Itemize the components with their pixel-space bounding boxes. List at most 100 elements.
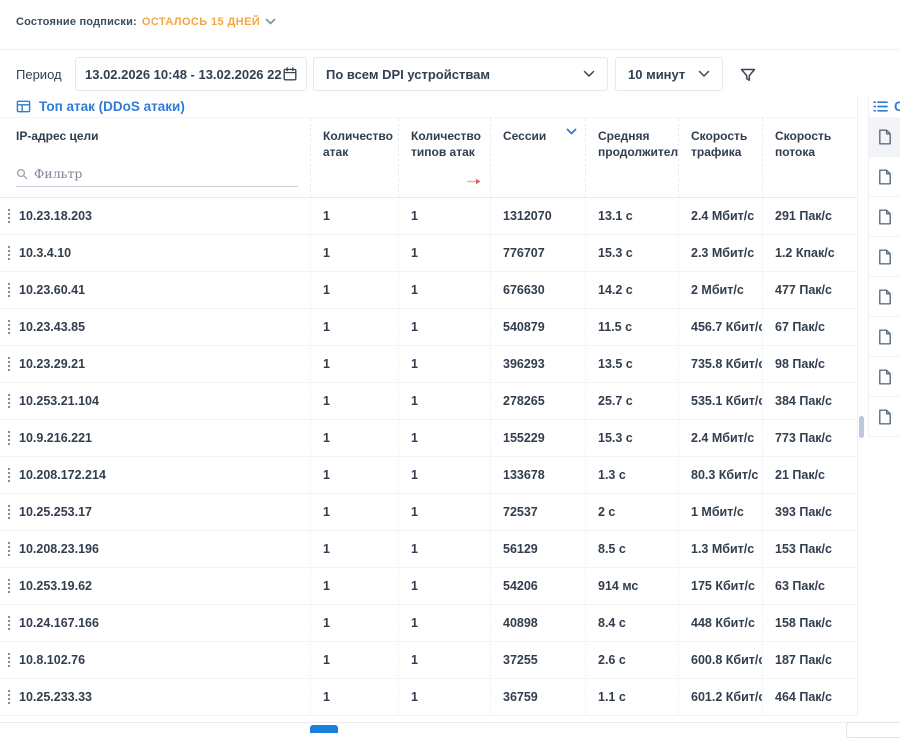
file-icon [878, 329, 892, 345]
table-row[interactable]: 10.23.18.20311131207013.1 с2.4 Мбит/с291… [0, 198, 857, 235]
side-panel-item[interactable] [869, 277, 900, 317]
table-cell: 1.2 Кпак/с [762, 235, 858, 271]
table-cell: 187 Пак/с [762, 642, 858, 678]
column-header-traffic-speed[interactable]: Скорость трафика [678, 118, 762, 197]
row-menu-icon[interactable] [5, 281, 13, 299]
table-cell: 1 [398, 679, 490, 715]
ip-address: 10.208.23.196 [19, 542, 99, 556]
dpi-device-select[interactable]: По всем DPI устройствам [313, 57, 608, 91]
table-cell: 1 [398, 642, 490, 678]
file-icon [878, 409, 892, 425]
subscription-label: Состояние подписки: [16, 16, 137, 28]
vertical-scrollbar-thumb[interactable] [859, 416, 864, 438]
column-header-attack-types[interactable]: Количество типов атак [398, 118, 490, 197]
file-icon [878, 129, 892, 145]
ip-address: 10.253.21.104 [19, 394, 99, 408]
table-row[interactable]: 10.25.253.1711725372 с1 Мбит/с393 Пак/с [0, 494, 857, 531]
table-cell: 1 [310, 531, 398, 567]
ip-address: 10.24.167.166 [19, 616, 99, 630]
list-icon [873, 100, 888, 113]
calendar-icon[interactable] [283, 67, 297, 81]
table-cell: 1 [398, 383, 490, 419]
sort-desc-icon[interactable] [566, 128, 577, 136]
table-cell: 2 с [585, 494, 678, 530]
table-row[interactable]: 10.24.167.16611408988.4 с448 Кбит/с158 П… [0, 605, 857, 642]
table-row[interactable]: 10.23.29.211139629313.5 с735.8 Кбит/с98 … [0, 346, 857, 383]
filter-funnel-icon[interactable] [738, 65, 758, 85]
table-cell: 676630 [490, 272, 585, 308]
period-range-value: 13.02.2026 10:48 - 13.02.2026 22 [85, 67, 282, 82]
table-cell: 600.8 Кбит/с [678, 642, 762, 678]
row-menu-icon[interactable] [5, 614, 13, 632]
table-cell: 15.3 с [585, 420, 678, 456]
table-cell: 14.2 с [585, 272, 678, 308]
table-cell: 776707 [490, 235, 585, 271]
ip-cell: 10.8.102.76 [0, 642, 310, 678]
column-header-sessions[interactable]: Сессии [490, 118, 585, 197]
interval-select[interactable]: 10 минут [615, 57, 723, 91]
period-label: Период [16, 67, 62, 82]
table-cell: 67 Пак/с [762, 309, 858, 345]
table-row[interactable]: 10.8.102.7611372552.6 с600.8 Кбит/с187 П… [0, 642, 857, 679]
column-header-flow-speed[interactable]: Скорость потока [762, 118, 858, 197]
row-menu-icon[interactable] [5, 503, 13, 521]
horizontal-scrollbar-thumb[interactable] [310, 725, 338, 733]
table-row[interactable]: 10.3.4.101177670715.3 с2.3 Мбит/с1.2 Кпа… [0, 235, 857, 272]
table-row[interactable]: 10.9.216.2211115522915.3 с2.4 Мбит/с773 … [0, 420, 857, 457]
table-cell: 1 [398, 457, 490, 493]
table-row[interactable]: 10.253.21.1041127826525.7 с535.1 Кбит/с3… [0, 383, 857, 420]
table-cell: 1 [398, 309, 490, 345]
row-menu-icon[interactable] [5, 392, 13, 410]
table-cell: 393 Пак/с [762, 494, 858, 530]
ip-filter-input[interactable] [34, 166, 298, 181]
column-header-ip[interactable]: IP-адрес цели [0, 118, 310, 197]
row-menu-icon[interactable] [5, 355, 13, 373]
table-cell: 15.3 с [585, 235, 678, 271]
side-panel-item[interactable] [869, 317, 900, 357]
table-cell: 80.3 Кбит/с [678, 457, 762, 493]
column-header-attack-count[interactable]: Количество атак [310, 118, 398, 197]
row-menu-icon[interactable] [5, 540, 13, 558]
table-cell: 2.4 Мбит/с [678, 198, 762, 234]
column-header-avg-duration[interactable]: Средняя продолжительность [585, 118, 678, 197]
table-cell: 1 [310, 309, 398, 345]
subscription-bar: Состояние подписки: ОСТАЛОСЬ 15 ДНЕЙ [16, 12, 276, 32]
table-row[interactable]: 10.23.60.411167663014.2 с2 Мбит/с477 Пак… [0, 272, 857, 309]
row-menu-icon[interactable] [5, 651, 13, 669]
row-menu-icon[interactable] [5, 429, 13, 447]
table-row[interactable]: 10.25.233.3311367591.1 с601.2 Кбит/с464 … [0, 679, 857, 716]
table-cell: 1312070 [490, 198, 585, 234]
row-menu-icon[interactable] [5, 318, 13, 336]
row-menu-icon[interactable] [5, 688, 13, 706]
side-panel-item[interactable] [869, 357, 900, 397]
table-row[interactable]: 10.208.23.19611561298.5 с1.3 Мбит/с153 П… [0, 531, 857, 568]
table-row[interactable]: 10.253.19.621154206914 мс175 Кбит/с63 Па… [0, 568, 857, 605]
row-menu-icon[interactable] [5, 577, 13, 595]
side-panel-item[interactable] [869, 397, 900, 437]
row-menu-icon[interactable] [5, 244, 13, 262]
period-range-input[interactable]: 13.02.2026 10:48 - 13.02.2026 22 [75, 57, 307, 91]
row-menu-icon[interactable] [5, 207, 13, 225]
table-cell: 1 [310, 494, 398, 530]
table-cell: 456.7 Кбит/с [678, 309, 762, 345]
ip-filter[interactable] [16, 166, 298, 187]
table-cell: 1 [310, 383, 398, 419]
side-panel-item[interactable] [869, 237, 900, 277]
table-cell: 1.3 с [585, 457, 678, 493]
table-row[interactable]: 10.23.43.851154087911.5 с456.7 Кбит/с67 … [0, 309, 857, 346]
side-panel-item[interactable] [869, 117, 900, 157]
table-cell: 1 [310, 198, 398, 234]
table-cell: 1 [398, 531, 490, 567]
table-body: 10.23.18.20311131207013.1 с2.4 Мбит/с291… [0, 198, 857, 716]
row-menu-icon[interactable] [5, 466, 13, 484]
card-title-row: Топ атак (DDoS атаки) [0, 95, 857, 117]
side-panel-item[interactable] [869, 157, 900, 197]
table-row[interactable]: 10.208.172.214111336781.3 с80.3 Кбит/с21… [0, 457, 857, 494]
resize-arrow-icon[interactable] [467, 178, 482, 185]
chevron-down-icon[interactable] [265, 18, 276, 26]
ip-cell: 10.25.233.33 [0, 679, 310, 715]
side-panel-item[interactable] [869, 197, 900, 237]
table-cell: 1 [398, 605, 490, 641]
ip-address: 10.9.216.221 [19, 431, 92, 445]
table-cell: 25.7 с [585, 383, 678, 419]
